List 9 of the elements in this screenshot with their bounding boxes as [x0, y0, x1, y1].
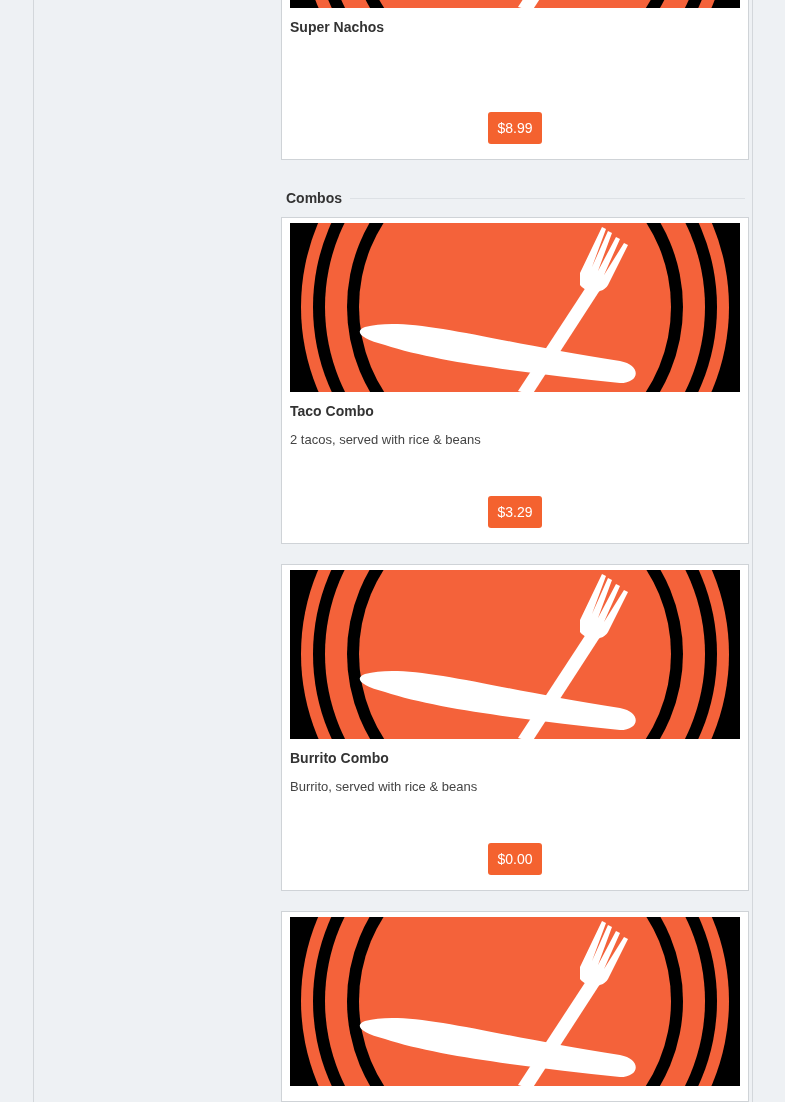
item-title: Burrito Combo: [290, 749, 390, 768]
price-button[interactable]: $8.99: [488, 112, 542, 144]
price-button[interactable]: $3.29: [488, 496, 542, 528]
section-heading: Combos: [286, 188, 342, 208]
item-description: 2 tacos, served with rice & beans: [290, 431, 482, 449]
price-button[interactable]: $0.00: [488, 843, 542, 875]
item-title: Taco Combo: [290, 402, 375, 421]
item-description: Burrito, served with rice & beans: [290, 778, 479, 796]
item-title: Super Nachos: [290, 18, 386, 37]
